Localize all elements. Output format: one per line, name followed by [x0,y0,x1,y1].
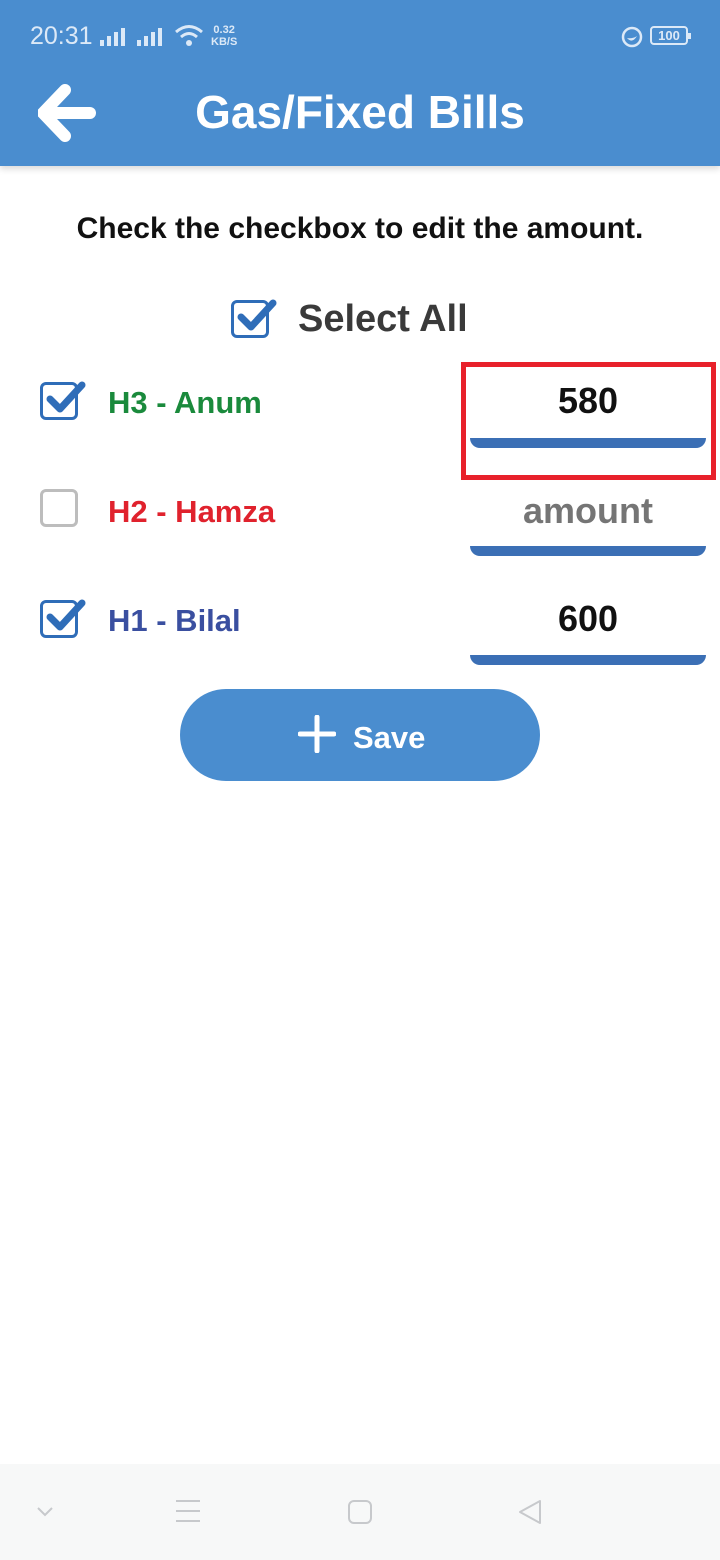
network-speed: 0.32 KB/S [211,24,237,48]
network-speed-value: 0.32 [213,24,235,36]
signal-icon [100,28,125,46]
save-button[interactable]: Save [180,689,540,781]
battery-indicator: 100 [650,26,691,45]
home-icon[interactable] [347,1499,373,1525]
row-label-h1: H1 - Bilal [108,603,241,638]
select-all-label: Select All [298,298,468,340]
select-all-checkbox[interactable] [231,299,277,338]
row-checkbox-h1[interactable] [40,599,86,638]
app-bar: 20:31 0.32 KB/S 100 Gas/Fixed Bills [0,0,720,166]
network-speed-unit: KB/S [211,36,238,48]
checkmark-icon [46,381,86,413]
row-label-h3: H3 - Anum [108,385,262,420]
save-button-label: Save [353,720,426,755]
amount-underline [470,655,706,665]
wifi-icon [175,25,203,46]
system-nav-bar [0,1464,720,1560]
status-time: 20:31 [30,22,93,50]
menu-icon[interactable] [174,1498,202,1524]
selection-highlight [461,362,716,480]
row-checkbox-h3[interactable] [40,381,86,420]
checkmark-icon [237,299,277,331]
back-icon[interactable] [517,1498,543,1526]
row-checkbox-h2[interactable] [40,489,78,527]
checkmark-icon [46,599,86,631]
amount-input-h2[interactable] [470,476,706,546]
page-title: Gas/Fixed Bills [195,86,525,138]
plus-icon [298,715,336,753]
signal-icon-2 [137,28,162,46]
amount-input-h1[interactable] [470,584,706,654]
row-label-h2: H2 - Hamza [108,494,276,529]
dnd-icon [621,26,643,48]
amount-underline [470,546,706,556]
instruction-text: Check the checkbox to edit the amount. [76,212,644,245]
status-bar: 20:31 0.32 KB/S 100 [0,0,720,70]
chevron-down-icon[interactable] [36,1506,54,1518]
